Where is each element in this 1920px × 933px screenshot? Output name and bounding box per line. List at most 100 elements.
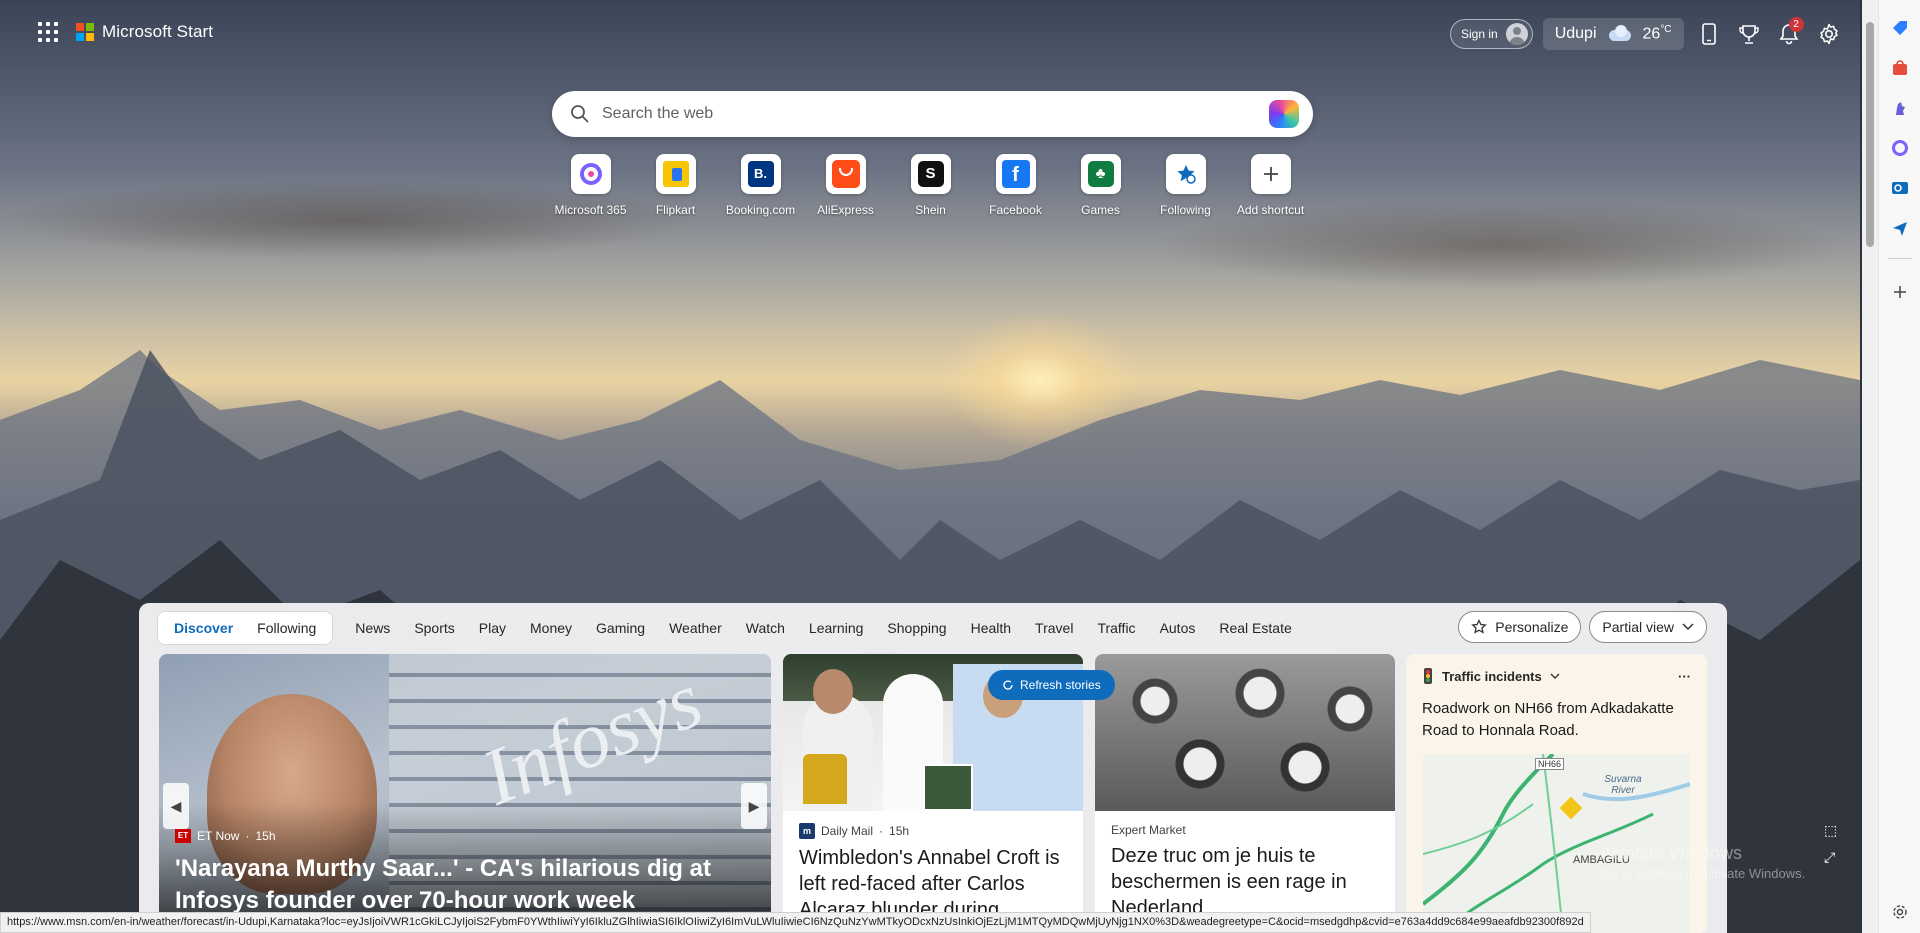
personalize-button[interactable]: Personalize — [1458, 611, 1582, 643]
top-bar: Microsoft Start Sign in Udupi 26°C 2 — [0, 0, 1860, 66]
weather-widget[interactable]: Udupi 26°C — [1542, 18, 1684, 50]
chess-icon[interactable] — [1888, 96, 1912, 120]
more-options-icon[interactable]: ··· — [1678, 669, 1691, 684]
mobile-app-icon[interactable] — [1694, 19, 1724, 49]
shortcut-label: Shein — [915, 203, 946, 217]
shein-icon: S — [910, 154, 951, 194]
aliexpress-icon — [825, 154, 866, 194]
shortcut-label: Add shortcut — [1236, 203, 1305, 217]
shortcut-label: Facebook — [989, 203, 1042, 217]
nav-learning[interactable]: Learning — [797, 611, 876, 645]
nav-gaming[interactable]: Gaming — [584, 611, 657, 645]
nav-autos[interactable]: Autos — [1148, 611, 1208, 645]
scrollbar-thumb[interactable] — [1866, 22, 1874, 247]
story-card-expert-market[interactable]: Expert Market Deze truc om je huis te be… — [1095, 654, 1395, 933]
shortcut-label: AliExpress — [817, 203, 874, 217]
shopping-bag-icon[interactable] — [1888, 56, 1912, 80]
nav-health[interactable]: Health — [959, 611, 1023, 645]
rewards-trophy-icon[interactable] — [1734, 19, 1764, 49]
card-title[interactable]: Wimbledon's Annabel Croft is left red-fa… — [783, 839, 1083, 923]
tag-icon[interactable] — [1888, 16, 1912, 40]
outlook-icon[interactable] — [1888, 176, 1912, 200]
chevron-down-icon — [1550, 673, 1560, 679]
personalize-label: Personalize — [1495, 619, 1569, 635]
search-input[interactable] — [602, 105, 1269, 123]
refresh-label: Refresh stories — [1020, 678, 1101, 692]
hero-headline[interactable]: 'Narayana Murthy Saar...' - CA's hilario… — [175, 853, 735, 917]
facebook-icon: f — [995, 154, 1036, 194]
traffic-light-icon — [1424, 668, 1432, 684]
brand-logo[interactable]: Microsoft Start — [76, 22, 213, 42]
sign-in-label: Sign in — [1461, 27, 1498, 41]
nav-shopping[interactable]: Shopping — [875, 611, 958, 645]
windows-activation-watermark: Activate Windows Go to Settings to activ… — [1600, 843, 1806, 881]
carousel-prev-button[interactable]: ◀ — [163, 783, 189, 829]
shortcut-microsoft365[interactable]: Microsoft 365 — [548, 154, 633, 217]
nav-weather[interactable]: Weather — [657, 611, 734, 645]
traffic-card[interactable]: Traffic incidents ··· Roadwork on NH66 f… — [1406, 654, 1707, 933]
add-sidebar-app-icon[interactable] — [1888, 280, 1912, 304]
nav-real-estate[interactable]: Real Estate — [1207, 611, 1303, 645]
microsoft-logo-icon — [76, 23, 94, 41]
notification-badge: 2 — [1788, 17, 1804, 32]
cloudy-rain-icon — [1607, 25, 1633, 43]
nav-watch[interactable]: Watch — [734, 611, 797, 645]
hero-age: 15h — [255, 829, 276, 843]
copilot-icon[interactable] — [1269, 100, 1299, 128]
tab-discover[interactable]: Discover — [162, 614, 245, 642]
cameras-image — [1095, 654, 1395, 811]
shortcut-label: Games — [1081, 203, 1120, 217]
plus-icon — [1250, 154, 1291, 194]
expand-icon[interactable]: ⤢ — [1824, 849, 1837, 866]
traffic-header[interactable]: Traffic incidents ··· — [1406, 654, 1707, 684]
shortcut-aliexpress[interactable]: AliExpress — [803, 154, 888, 217]
weather-temperature: 26°C — [1642, 24, 1672, 43]
et-now-logo-icon: ET — [175, 829, 191, 843]
status-bar-url: https://www.msn.com/en-in/weather/foreca… — [0, 912, 1591, 933]
nav-travel[interactable]: Travel — [1023, 611, 1085, 645]
shortcut-following[interactable]: Following — [1143, 154, 1228, 217]
nav-play[interactable]: Play — [467, 611, 518, 645]
nav-news[interactable]: News — [343, 611, 402, 645]
search-icon — [571, 105, 589, 123]
feedback-icon[interactable]: ⬚ — [1824, 822, 1837, 839]
view-mode-dropdown[interactable]: Partial view — [1589, 611, 1707, 643]
hero-source: ET ET Now · 15h — [175, 829, 276, 843]
page-scrollbar[interactable] — [1862, 0, 1878, 933]
category-links: News Sports Play Money Gaming Weather Wa… — [343, 611, 1303, 645]
sign-in-button[interactable]: Sign in — [1450, 19, 1533, 49]
tab-following[interactable]: Following — [245, 614, 328, 642]
card-source: Expert Market — [1111, 823, 1186, 837]
hero-story-card[interactable]: Infosys ◀ ▶ ET ET Now · 15h 'Narayana Mu… — [159, 654, 771, 933]
hero-source-name: ET Now — [197, 829, 240, 843]
nav-money[interactable]: Money — [518, 611, 584, 645]
shortcut-add[interactable]: Add shortcut — [1228, 154, 1313, 217]
shortcut-facebook[interactable]: f Facebook — [973, 154, 1058, 217]
settings-gear-icon[interactable] — [1814, 19, 1844, 49]
flipkart-icon — [655, 154, 696, 194]
carousel-next-button[interactable]: ▶ — [741, 783, 767, 829]
notifications-bell-icon[interactable]: 2 — [1774, 17, 1804, 49]
shortcut-label: Flipkart — [655, 203, 696, 217]
send-icon[interactable] — [1888, 216, 1912, 240]
shortcut-label: Microsoft 365 — [554, 203, 627, 217]
feed-mode-toggle: Discover Following — [157, 611, 334, 645]
shortcut-shein[interactable]: S Shein — [888, 154, 973, 217]
shortcuts-row: Microsoft 365 Flipkart B. Booking.com Al… — [548, 154, 1313, 217]
traffic-title: Traffic incidents — [1442, 668, 1542, 684]
feed-corner-controls: ⬚ ⤢ — [1824, 822, 1837, 866]
nav-sports[interactable]: Sports — [402, 611, 466, 645]
weather-location: Udupi — [1554, 25, 1597, 42]
shortcut-booking[interactable]: B. Booking.com — [718, 154, 803, 217]
sidebar-settings-icon[interactable] — [1888, 900, 1912, 924]
refresh-stories-button[interactable]: Refresh stories — [988, 670, 1115, 700]
shortcut-flipkart[interactable]: Flipkart — [633, 154, 718, 217]
shortcut-label: Following — [1160, 203, 1211, 217]
shortcut-games[interactable]: ♣ Games — [1058, 154, 1143, 217]
card-title[interactable]: Deze truc om je huis te beschermen is ee… — [1095, 837, 1395, 921]
app-launcher-icon[interactable] — [38, 22, 58, 42]
nav-traffic[interactable]: Traffic — [1085, 611, 1147, 645]
microsoft365-sidebar-icon[interactable] — [1888, 136, 1912, 160]
games-icon: ♣ — [1080, 154, 1121, 194]
shortcut-label: Booking.com — [725, 203, 796, 217]
